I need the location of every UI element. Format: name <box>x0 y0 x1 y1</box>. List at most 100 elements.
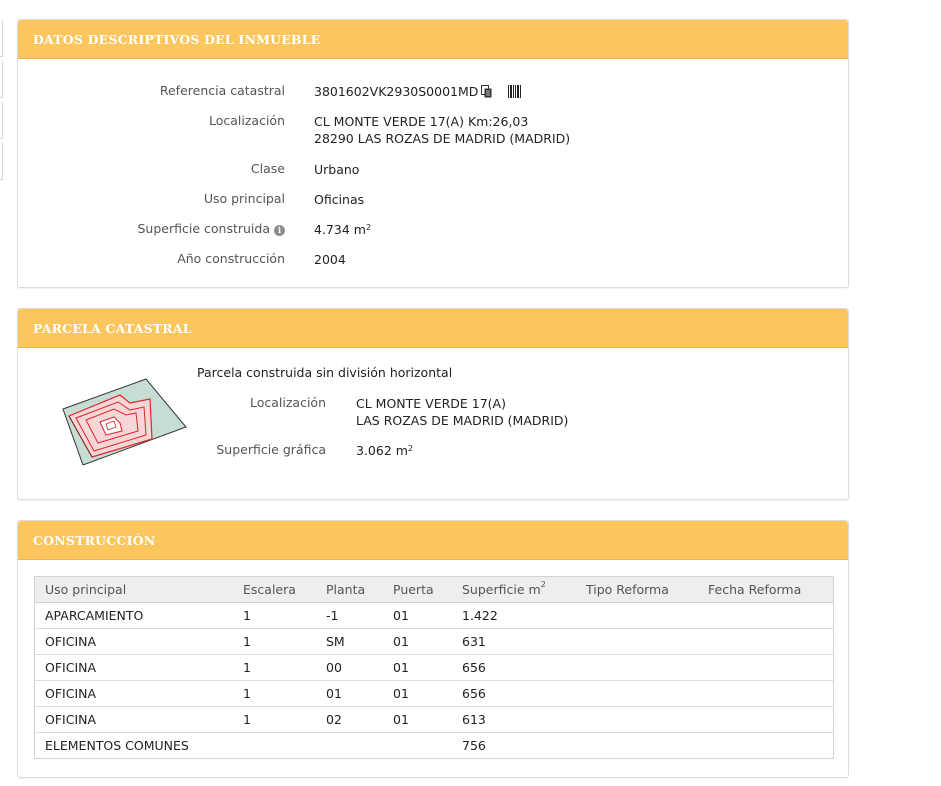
col-superficie-label: Superficie m <box>462 582 541 597</box>
cell-uso: OFICINA <box>35 628 233 655</box>
cell-escalera: 1 <box>233 706 316 733</box>
parcela-catastral-header: PARCELA CATASTRAL <box>18 309 848 348</box>
cell-planta <box>316 732 383 758</box>
cell-escalera <box>233 732 316 758</box>
left-edge-tab[interactable] <box>0 61 3 98</box>
cell-planta: 01 <box>316 680 383 707</box>
cell-planta: 02 <box>316 706 383 733</box>
cell-tipo-reforma <box>576 680 698 707</box>
cell-puerta: 01 <box>393 608 409 623</box>
cell-superficie: 1.422 <box>462 608 498 623</box>
superficie-grafica-exp: 2 <box>407 444 414 453</box>
clase-label: Clase <box>250 161 285 176</box>
col-superficie-exp: 2 <box>540 580 546 589</box>
cell-superficie: 631 <box>452 628 576 655</box>
cell-uso: ELEMENTOS COMUNES <box>35 732 233 758</box>
cell-superficie: 656 <box>452 654 576 681</box>
anio-construccion-label: Año construcción <box>177 251 285 266</box>
parcela-localizacion-label: Localización <box>249 395 326 410</box>
cell-escalera: 1 <box>243 608 251 623</box>
cell-fecha-reforma <box>698 706 833 733</box>
anio-construccion-value: 2004 <box>314 252 346 267</box>
cell-uso: APARCAMIENTO <box>45 608 144 623</box>
cell-planta: 00 <box>316 654 383 681</box>
cell-fecha-reforma <box>698 603 833 629</box>
superficie-construida-label-wrap: Superficie construida i <box>137 221 285 236</box>
table-header-row: Uso principal Escalera Planta Puerta Sup… <box>35 577 833 603</box>
referencia-value-wrap: 3801602VK2930S0001MD <box>314 83 522 100</box>
datos-descriptivos-panel: DATOS DESCRIPTIVOS DEL INMUEBLE Referenc… <box>17 19 849 288</box>
cell-tipo-reforma <box>576 628 698 655</box>
col-tipo-reforma: Tipo Reforma <box>576 577 698 603</box>
cell-superficie: 613 <box>452 706 576 733</box>
superficie-construida-exp: 2 <box>365 223 372 232</box>
superficie-construida-label: Superficie construida <box>137 221 271 236</box>
cell-uso: OFICINA <box>35 680 233 707</box>
superficie-grafica-label: Superficie gráfica <box>216 442 326 457</box>
table-row: OFICINA 1 00 01 656 <box>35 654 833 681</box>
datos-descriptivos-header: DATOS DESCRIPTIVOS DEL INMUEBLE <box>18 20 848 59</box>
parcela-catastral-panel: PARCELA CATASTRAL Parcela construida sin… <box>17 308 849 500</box>
col-puerta: Puerta <box>383 577 452 603</box>
cell-planta: -1 <box>326 608 339 623</box>
construccion-header: CONSTRUCCIÓN <box>18 521 848 560</box>
cell-tipo-reforma <box>576 603 698 629</box>
cell-puerta: 01 <box>383 706 452 733</box>
cell-uso: OFICINA <box>35 654 233 681</box>
left-edge-tab[interactable] <box>0 102 3 139</box>
col-superficie: Superficie m2 <box>452 577 576 603</box>
table-row: OFICINA 1 02 01 613 <box>35 706 833 733</box>
referencia-label: Referencia catastral <box>159 83 285 98</box>
localizacion-line2: 28290 LAS ROZAS DE MADRID (MADRID) <box>314 131 571 146</box>
cell-puerta: 01 <box>383 628 452 655</box>
cell-uso: OFICINA <box>35 706 233 733</box>
superficie-construida-value-wrap: 4.734 m2 <box>314 221 371 238</box>
localizacion-label: Localización <box>208 113 285 128</box>
left-edge-tab[interactable] <box>0 143 3 180</box>
left-edge-tab[interactable] <box>0 20 3 57</box>
cell-fecha-reforma <box>698 732 833 758</box>
localizacion-value: CL MONTE VERDE 17(A) Km:26,03 28290 LAS … <box>314 113 570 147</box>
uso-principal-value: Oficinas <box>314 192 365 207</box>
table-row: OFICINA 1 01 01 656 <box>35 680 833 707</box>
cell-tipo-reforma <box>576 654 698 681</box>
referencia-value[interactable]: 3801602VK2930S0001MD <box>314 84 478 99</box>
parcela-localizacion-line1: CL MONTE VERDE 17(A) <box>356 396 506 411</box>
cell-superficie: 756 <box>452 732 576 758</box>
table-row: ELEMENTOS COMUNES 756 <box>35 732 833 758</box>
parcela-subtitle: Parcela construida sin división horizont… <box>197 365 453 380</box>
cell-puerta: 01 <box>383 680 452 707</box>
localizacion-line1: CL MONTE VERDE 17(A) Km:26,03 <box>314 114 529 129</box>
cell-superficie: 656 <box>452 680 576 707</box>
clase-value: Urbano <box>314 162 360 177</box>
cell-puerta <box>383 732 452 758</box>
construccion-table: Uso principal Escalera Planta Puerta Sup… <box>35 577 833 758</box>
barcode-icon[interactable] <box>508 85 522 98</box>
parcel-map-thumbnail[interactable] <box>60 377 188 470</box>
cell-puerta: 01 <box>383 654 452 681</box>
construccion-table-wrap: Uso principal Escalera Planta Puerta Sup… <box>34 576 834 759</box>
superficie-grafica-value-wrap: 3.062 m2 <box>356 442 413 459</box>
superficie-construida-value: 4.734 m <box>314 222 366 237</box>
cell-planta: SM <box>316 628 383 655</box>
info-icon[interactable]: i <box>274 225 285 236</box>
cell-fecha-reforma <box>698 654 833 681</box>
cell-fecha-reforma <box>698 680 833 707</box>
cell-tipo-reforma <box>576 706 698 733</box>
parcela-localizacion-line2: LAS ROZAS DE MADRID (MADRID) <box>356 413 569 428</box>
cell-escalera: 1 <box>233 680 316 707</box>
col-planta: Planta <box>316 577 383 603</box>
superficie-grafica-value: 3.062 m <box>356 443 408 458</box>
uso-principal-label: Uso principal <box>203 191 285 206</box>
col-uso-principal: Uso principal <box>35 577 233 603</box>
parcela-localizacion-value: CL MONTE VERDE 17(A) LAS ROZAS DE MADRID… <box>356 395 568 429</box>
cell-escalera: 1 <box>233 654 316 681</box>
col-escalera: Escalera <box>233 577 316 603</box>
construccion-panel: CONSTRUCCIÓN Uso principal Escalera Plan… <box>17 520 849 778</box>
col-fecha-reforma: Fecha Reforma <box>698 577 833 603</box>
left-edge-tabs <box>0 20 3 184</box>
copy-icon[interactable] <box>481 85 493 98</box>
table-row: OFICINA 1 SM 01 631 <box>35 628 833 655</box>
cell-fecha-reforma <box>698 628 833 655</box>
cell-tipo-reforma <box>576 732 698 758</box>
